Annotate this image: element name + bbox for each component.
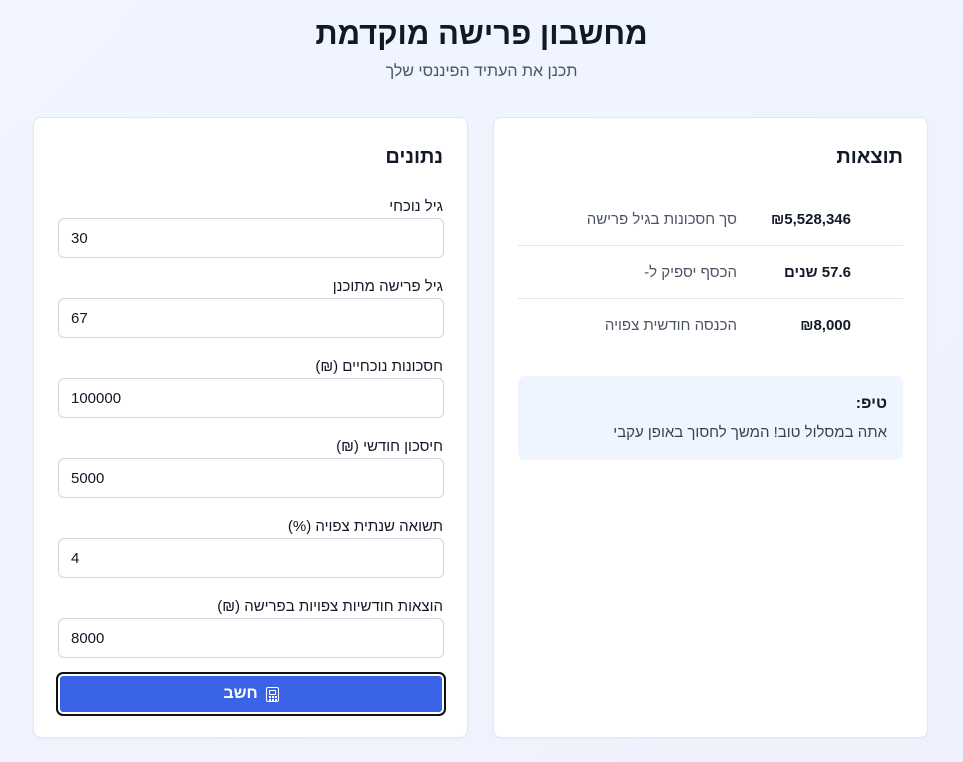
calculator-icon — [265, 686, 279, 702]
calculate-button-label: חשב — [223, 685, 258, 702]
result-row-total-savings: סך חסכונות בגיל פרישה ₪5,528,346 — [518, 193, 903, 246]
retirement-expenses-input[interactable] — [58, 618, 444, 658]
annual-return-label: תשואה שנתית צפויה (%) — [287, 518, 443, 535]
current-savings-label: חסכונות נוכחיים (₪) — [315, 358, 443, 375]
tip-title: טיפ: — [855, 395, 887, 412]
years-lasting-value: 57.6 שנים — [784, 264, 851, 281]
inputs-card-title: נתונים — [385, 146, 443, 168]
page-title: מחשבון פרישה מוקדמת — [315, 16, 648, 51]
tip-box: טיפ: אתה במסלול טוב! המשך לחסוך באופן עק… — [518, 376, 903, 460]
years-lasting-label: הכסף יספיק ל- — [644, 264, 737, 281]
annual-return-input[interactable] — [58, 538, 444, 578]
total-savings-label: סך חסכונות בגיל פרישה — [586, 211, 737, 228]
monthly-saving-input[interactable] — [58, 458, 444, 498]
result-row-monthly-income: הכנסה חודשית צפויה ₪8,000 — [518, 299, 903, 352]
monthly-income-label: הכנסה חודשית צפויה — [604, 317, 737, 334]
current-age-input[interactable] — [58, 218, 444, 258]
retirement-age-input[interactable] — [58, 298, 444, 338]
results-card-title: תוצאות — [836, 146, 903, 168]
inputs-card: נתונים גיל נוכחי גיל פרישה מתוכנן חסכונו… — [33, 117, 468, 738]
retirement-age-label: גיל פרישה מתוכנן — [332, 278, 443, 295]
calculate-button[interactable]: חשב — [56, 672, 446, 716]
current-age-label: גיל נוכחי — [389, 198, 443, 215]
total-savings-value: ₪5,528,346 — [771, 211, 851, 228]
result-row-years-lasting: הכסף יספיק ל- 57.6 שנים — [518, 246, 903, 299]
current-savings-input[interactable] — [58, 378, 444, 418]
monthly-income-value: ₪8,000 — [800, 317, 851, 334]
retirement-expenses-label: הוצאות חודשיות צפויות בפרישה (₪) — [217, 598, 443, 615]
page-subtitle: תכנן את העתיד הפיננסי שלך — [385, 63, 578, 80]
monthly-saving-label: חיסכון חודשי (₪) — [336, 438, 443, 455]
tip-text: אתה במסלול טוב! המשך לחסוך באופן עקבי — [613, 424, 887, 441]
results-card: תוצאות סך חסכונות בגיל פרישה ₪5,528,346 … — [493, 117, 928, 738]
